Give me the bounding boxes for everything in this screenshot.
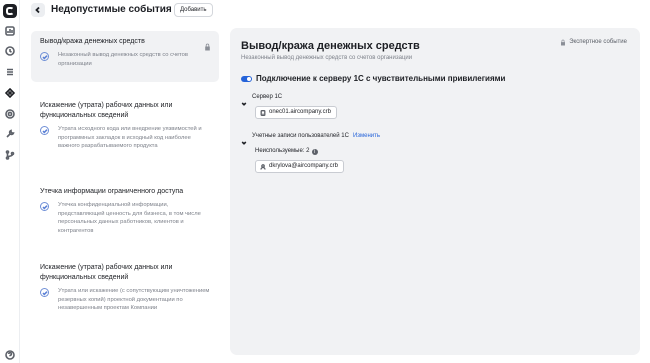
check-circle-icon [40, 52, 49, 61]
list-item[interactable]: Искажение (утрата) рабочих данных или фу… [31, 257, 219, 347]
chevron-down-icon[interactable] [241, 94, 247, 106]
logo[interactable] [3, 4, 17, 18]
branch-icon[interactable] [4, 149, 16, 161]
back-button[interactable] [31, 3, 45, 17]
event-title: Вывод/кража денежных средств [40, 38, 145, 45]
chevron-left-icon [35, 6, 40, 14]
lock-icon [561, 39, 566, 45]
event-description: Утрата исходного кода или внедрение уязв… [58, 126, 202, 149]
check-circle-icon [40, 202, 49, 211]
event-description: Утрата или искажение (с сопутствующим ун… [58, 288, 210, 311]
event-title: Искажение (утрата) рабочих данных или фу… [40, 264, 173, 281]
server-label: Сервер 1С [252, 94, 283, 100]
check-circle-icon [40, 288, 49, 297]
event-title: Утечка информации ограниченного доступа [40, 188, 184, 195]
target-icon[interactable] [4, 108, 16, 120]
server-icon [260, 109, 266, 116]
help-icon[interactable] [4, 349, 16, 361]
left-rail [0, 0, 20, 363]
accounts-label: Учетные записи пользователей 1С Изменить [252, 132, 380, 140]
event-title: Искажение (утрата) рабочих данных или фу… [40, 102, 173, 119]
clock-icon[interactable] [4, 45, 16, 57]
chevron-down-icon[interactable] [241, 133, 247, 145]
check-circle-icon [40, 126, 49, 135]
diamond-icon[interactable] [4, 87, 16, 99]
unused-count: Неиспользуемые: 2i [255, 147, 318, 155]
change-link[interactable]: Изменить [353, 133, 380, 139]
user-chip[interactable]: dkrylova@aircompany.crb [255, 160, 345, 173]
page-title: Недопустимые события [51, 4, 172, 15]
accounts-title: Учетные записи пользователей 1С [252, 133, 349, 139]
expert-event-badge: Экспертное событие [560, 38, 627, 46]
unused-label: Неиспользуемые: 2 [255, 148, 310, 154]
event-description: Утечка конфиденциальной информации, пред… [58, 202, 201, 234]
server-value: onec01.aircompany.crb [269, 109, 331, 115]
add-button[interactable]: Добавить [174, 3, 213, 17]
detail-title: Вывод/кража денежных средств [241, 40, 420, 52]
detail-subtitle: Незаконный вывод денежных средств со сче… [241, 55, 413, 61]
list-item[interactable]: Вывод/кража денежных средств Незаконный … [31, 31, 219, 82]
event-detail-panel: Вывод/кража денежных средств Незаконный … [230, 28, 640, 355]
user-value: dkrylova@aircompany.crb [269, 163, 339, 169]
user-icon [260, 163, 266, 170]
list-item[interactable]: Искажение (утрата) рабочих данных или фу… [31, 95, 219, 175]
expert-label: Экспертное событие [569, 39, 627, 45]
lock-icon [204, 38, 211, 51]
chart-icon[interactable] [4, 25, 16, 37]
server-chip[interactable]: onec01.aircompany.crb [255, 106, 337, 119]
info-icon[interactable]: i [311, 149, 318, 155]
connection-toggle[interactable] [241, 76, 252, 82]
list-icon[interactable] [4, 66, 16, 78]
wrench-icon[interactable] [4, 128, 16, 140]
connection-title: Подключение к серверу 1С с чувствительны… [256, 74, 506, 83]
list-item[interactable]: Утечка информации ограниченного доступа … [31, 181, 219, 251]
event-description: Незаконный вывод денежных средств со сче… [58, 52, 188, 67]
